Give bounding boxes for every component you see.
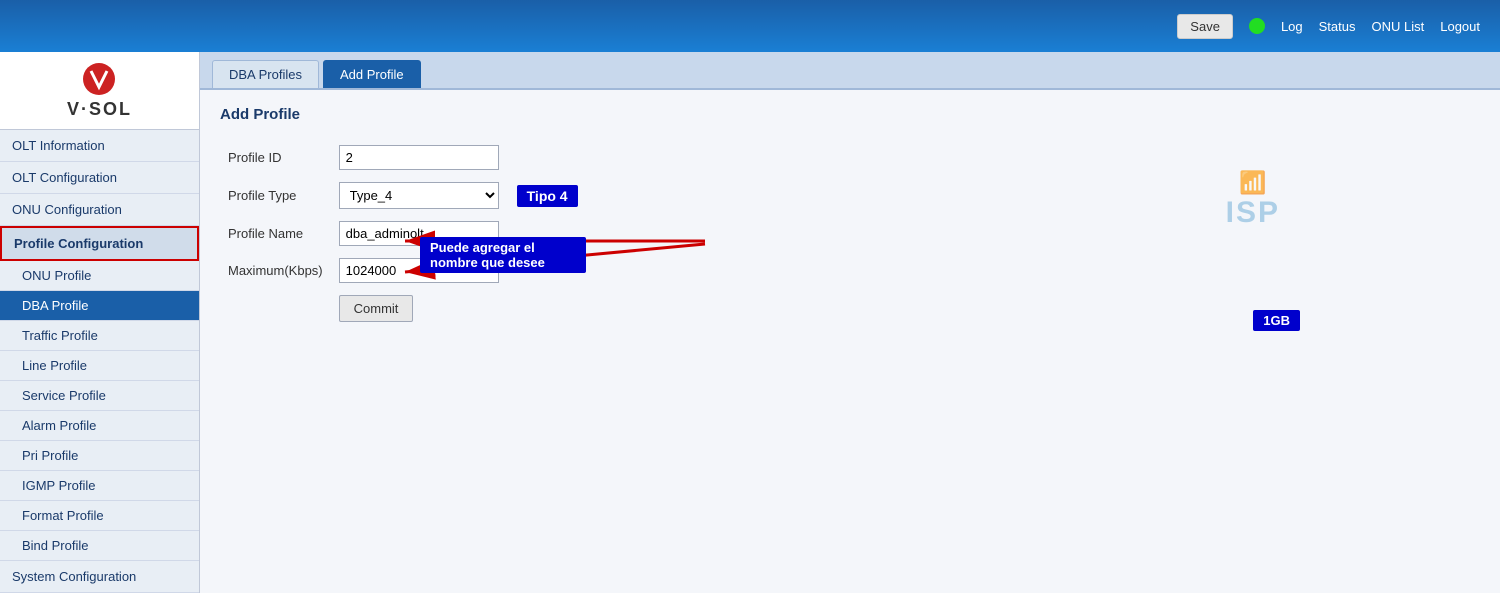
status-link[interactable]: Status bbox=[1319, 19, 1356, 34]
onu-list-link[interactable]: ONU List bbox=[1372, 19, 1425, 34]
form-wrapper: Profile ID Profile Type Type_1 Type_2 Ty… bbox=[220, 139, 586, 328]
sidebar-item-olt-configuration[interactable]: OLT Configuration bbox=[0, 162, 199, 194]
logout-link[interactable]: Logout bbox=[1440, 19, 1480, 34]
gb-annotation-wrapper: 1GB bbox=[1253, 310, 1300, 331]
logo-text: V·SOL bbox=[67, 99, 132, 120]
commit-row: Commit bbox=[220, 289, 586, 328]
maximum-kbps-label: Maximum(Kbps) bbox=[220, 252, 331, 289]
profile-type-label: Profile Type bbox=[220, 176, 331, 215]
page-title: Add Profile bbox=[220, 106, 1480, 123]
sidebar-item-service-profile[interactable]: Service Profile bbox=[0, 381, 199, 411]
tab-add-profile[interactable]: Add Profile bbox=[323, 60, 421, 88]
tab-dba-profiles[interactable]: DBA Profiles bbox=[212, 60, 319, 88]
tab-bar: DBA Profiles Add Profile bbox=[200, 52, 1500, 90]
nombre-annotation: Puede agregar el nombre que desee bbox=[420, 237, 586, 273]
gb-annotation: 1GB bbox=[1253, 310, 1300, 331]
sidebar-item-profile-configuration[interactable]: Profile Configuration bbox=[0, 226, 199, 261]
sidebar: V·SOL OLT Information OLT Configuration … bbox=[0, 52, 200, 593]
main-content: DBA Profiles Add Profile Add Profile Pro… bbox=[200, 52, 1500, 593]
content-area: Add Profile Profile ID Profile Type bbox=[200, 90, 1500, 347]
sidebar-item-dba-profile[interactable]: DBA Profile bbox=[0, 291, 199, 321]
sidebar-item-format-profile[interactable]: Format Profile bbox=[0, 501, 199, 531]
commit-button[interactable]: Commit bbox=[339, 295, 414, 322]
isp-text: ISP bbox=[1226, 196, 1280, 230]
sidebar-item-onu-configuration[interactable]: ONU Configuration bbox=[0, 194, 199, 226]
sidebar-item-igmp-profile[interactable]: IGMP Profile bbox=[0, 471, 199, 501]
profile-id-label: Profile ID bbox=[220, 139, 331, 176]
add-profile-form: Profile ID Profile Type Type_1 Type_2 Ty… bbox=[220, 139, 586, 328]
profile-name-label: Profile Name bbox=[220, 215, 331, 252]
profile-type-select[interactable]: Type_1 Type_2 Type_3 Type_4 Type_5 bbox=[339, 182, 499, 209]
nombre-annotation-wrapper: Puede agregar el nombre que desee bbox=[420, 237, 586, 273]
profile-type-row: Profile Type Type_1 Type_2 Type_3 Type_4… bbox=[220, 176, 586, 215]
profile-id-input[interactable] bbox=[339, 145, 499, 170]
save-button[interactable]: Save bbox=[1177, 14, 1233, 39]
sidebar-item-traffic-profile[interactable]: Traffic Profile bbox=[0, 321, 199, 351]
sidebar-item-bind-profile[interactable]: Bind Profile bbox=[0, 531, 199, 561]
sidebar-item-olt-information[interactable]: OLT Information bbox=[0, 130, 199, 162]
isp-watermark: 📶 ISP bbox=[1226, 170, 1280, 230]
profile-id-row: Profile ID bbox=[220, 139, 586, 176]
sidebar-item-onu-profile[interactable]: ONU Profile bbox=[0, 261, 199, 291]
sidebar-logo: V·SOL bbox=[0, 52, 199, 130]
vsol-logo-icon bbox=[81, 61, 117, 97]
log-link[interactable]: Log bbox=[1281, 19, 1303, 34]
main-layout: V·SOL OLT Information OLT Configuration … bbox=[0, 52, 1500, 593]
tipo4-annotation: Tipo 4 bbox=[517, 185, 578, 207]
wifi-icon: 📶 bbox=[1226, 170, 1280, 196]
sidebar-item-system-configuration[interactable]: System Configuration bbox=[0, 561, 199, 593]
sidebar-item-pri-profile[interactable]: Pri Profile bbox=[0, 441, 199, 471]
top-header: Save Log Status ONU List Logout bbox=[0, 0, 1500, 52]
status-indicator bbox=[1249, 18, 1265, 34]
sidebar-item-line-profile[interactable]: Line Profile bbox=[0, 351, 199, 381]
sidebar-item-alarm-profile[interactable]: Alarm Profile bbox=[0, 411, 199, 441]
